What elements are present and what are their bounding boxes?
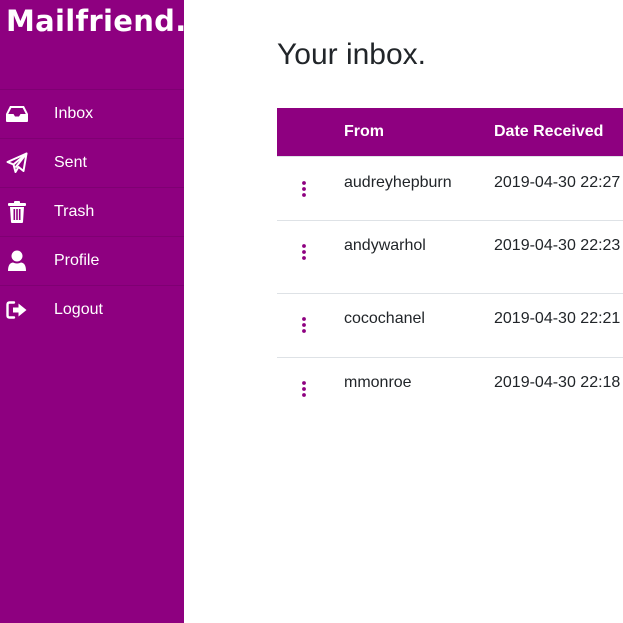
page-title: Your inbox. [277, 38, 427, 71]
paper-plane-icon [5, 151, 29, 175]
sidebar-item-inbox[interactable]: Inbox [0, 89, 184, 138]
inbox-icon [5, 102, 29, 126]
table-header: From Date Received [277, 108, 623, 156]
sender-name: cocochanel [344, 310, 425, 327]
date-received: 2019-04-30 22:21 [494, 310, 621, 327]
sender-name: mmonroe [344, 374, 412, 391]
inbox-table: From Date Received audreyhepburn 2019-04… [277, 108, 623, 421]
app-logo[interactable]: Mailfriend. [6, 4, 187, 38]
date-received: 2019-04-30 22:23 [494, 237, 621, 254]
trash-icon [5, 200, 29, 224]
sidebar-item-label: Inbox [54, 105, 94, 122]
table-row[interactable]: andywarhol 2019-04-30 22:23 [277, 220, 623, 293]
sidebar: Mailfriend. Inbox Sent Trash Profile Log… [0, 0, 187, 623]
date-received: 2019-04-30 22:27 [494, 174, 621, 191]
column-header-date[interactable]: Date Received [494, 108, 603, 156]
sidebar-item-sent[interactable]: Sent [0, 138, 184, 187]
column-header-from[interactable]: From [344, 108, 384, 156]
sidebar-item-label: Sent [54, 154, 87, 171]
main-content: Your inbox. From Date Received audreyhep… [184, 0, 623, 623]
sender-name: audreyhepburn [344, 174, 452, 191]
more-actions-icon[interactable] [297, 379, 311, 399]
sidebar-item-profile[interactable]: Profile [0, 236, 184, 285]
sidebar-item-label: Trash [54, 203, 95, 220]
sidebar-item-trash[interactable]: Trash [0, 187, 184, 236]
more-actions-icon[interactable] [297, 315, 311, 335]
app-window: Mailfriend. Inbox Sent Trash Profile Log… [0, 0, 623, 623]
table-row[interactable]: mmonroe 2019-04-30 22:18 [277, 357, 623, 421]
date-received: 2019-04-30 22:18 [494, 374, 621, 391]
table-row[interactable]: audreyhepburn 2019-04-30 22:27 [277, 156, 623, 220]
table-row[interactable]: cocochanel 2019-04-30 22:21 [277, 293, 623, 357]
more-actions-icon[interactable] [297, 179, 311, 199]
sidebar-nav: Inbox Sent Trash Profile Logout [0, 89, 184, 334]
sign-out-icon [5, 298, 29, 322]
sidebar-item-logout[interactable]: Logout [0, 285, 184, 334]
user-icon [5, 249, 29, 273]
sidebar-item-label: Profile [54, 252, 100, 269]
sender-name: andywarhol [344, 237, 426, 254]
more-actions-icon[interactable] [297, 242, 311, 262]
sidebar-item-label: Logout [54, 301, 103, 318]
